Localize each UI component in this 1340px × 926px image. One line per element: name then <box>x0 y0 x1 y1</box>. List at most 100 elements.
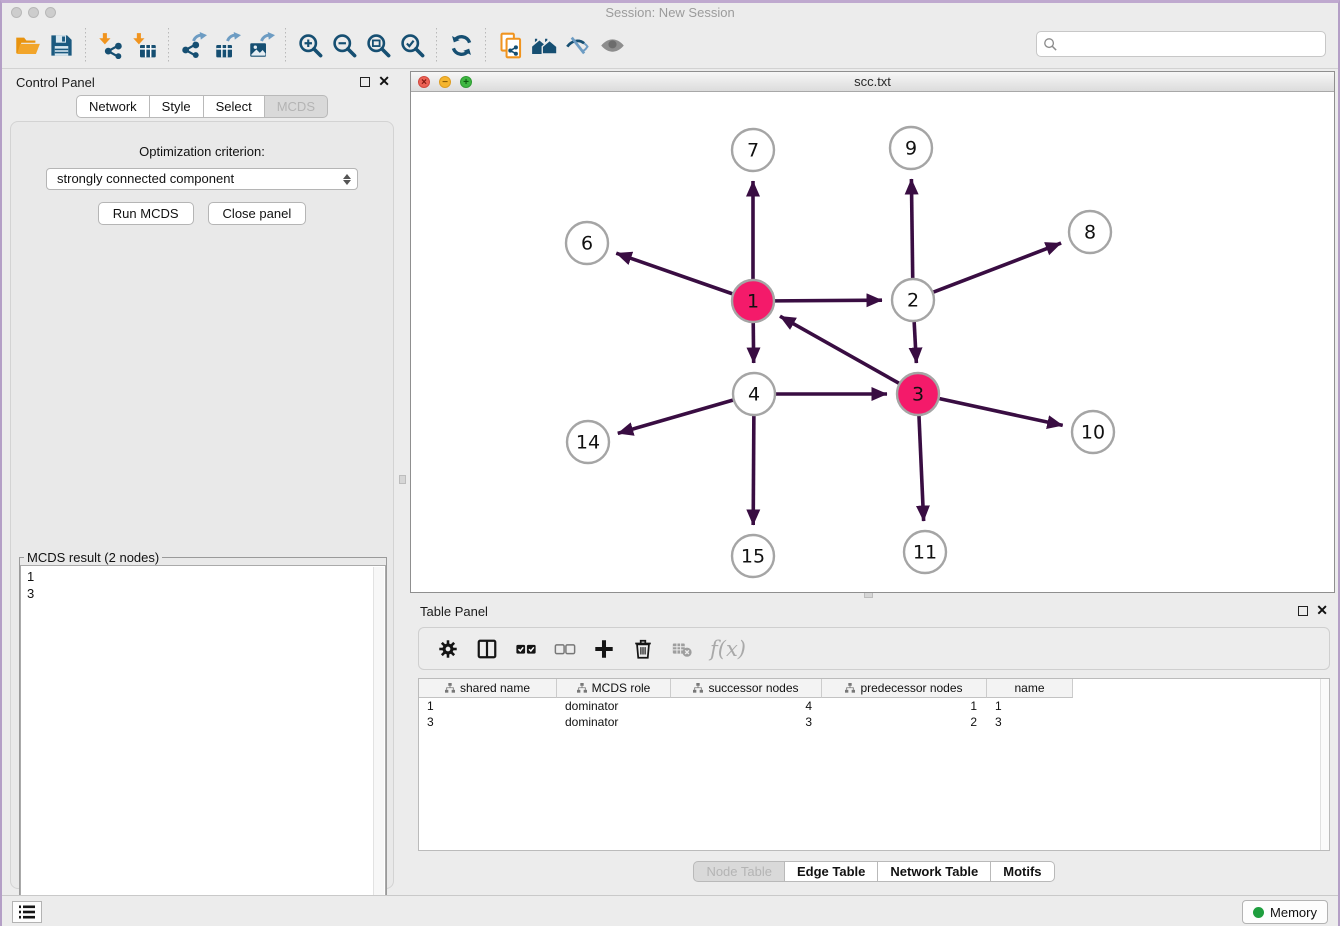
tab-select[interactable]: Select <box>204 95 265 118</box>
export-network-button[interactable] <box>176 28 210 62</box>
graph-edge-3-1[interactable] <box>780 316 899 383</box>
deselect-all-icon[interactable] <box>554 638 576 660</box>
duplicate-network-button[interactable] <box>493 28 527 62</box>
select-all-icon[interactable] <box>515 638 537 660</box>
cell-mcds-role: dominator <box>557 714 671 730</box>
control-panel: Control Panel ✕ Network Style Select MCD… <box>4 69 400 893</box>
run-mcds-button[interactable]: Run MCDS <box>98 202 194 225</box>
graph-node-10[interactable]: 10 <box>1072 411 1114 453</box>
tab-edge-table[interactable]: Edge Table <box>785 861 878 882</box>
graph-edge-3-10[interactable] <box>939 399 1062 426</box>
table-row[interactable]: 3 dominator 3 2 3 <box>419 714 1329 730</box>
graph-node-1[interactable]: 1 <box>732 280 774 322</box>
zoom-in-button[interactable] <box>293 28 327 62</box>
mcds-result-title: MCDS result (2 nodes) <box>24 550 162 565</box>
task-list-button[interactable] <box>12 901 42 923</box>
memory-button[interactable]: Memory <box>1242 900 1328 924</box>
zoom-out-button[interactable] <box>327 28 361 62</box>
graph-edge-4-15[interactable] <box>753 416 754 525</box>
cell-mcds-role: dominator <box>557 698 671 714</box>
add-row-icon[interactable] <box>593 638 615 660</box>
window-titlebar: Session: New Session <box>2 3 1338 22</box>
tab-network[interactable]: Network <box>76 95 150 118</box>
houses-icon <box>531 32 558 59</box>
graph-node-15[interactable]: 15 <box>732 535 774 577</box>
search-input[interactable] <box>1058 37 1319 52</box>
delete-table-icon[interactable] <box>671 638 693 660</box>
close-panel-button[interactable]: Close panel <box>208 202 307 225</box>
svg-text:1: 1 <box>747 291 759 313</box>
tab-motifs[interactable]: Motifs <box>991 861 1054 882</box>
table-scrollbar[interactable] <box>1320 679 1329 850</box>
import-network-button[interactable] <box>93 28 127 62</box>
application-window: Session: New Session <box>0 0 1340 926</box>
tab-style[interactable]: Style <box>150 95 204 118</box>
export-table-button[interactable] <box>210 28 244 62</box>
export-image-button[interactable] <box>244 28 278 62</box>
hierarchy-icon <box>445 683 455 693</box>
gear-icon[interactable] <box>437 638 459 660</box>
hierarchy-icon <box>845 683 855 693</box>
network-graph[interactable]: 7 9 6 8 1 2 4 3 14 10 15 11 <box>411 92 1334 591</box>
node-table[interactable]: shared name MCDS role successor nodes <box>418 678 1330 851</box>
update-network-button[interactable] <box>444 28 478 62</box>
graph-node-4[interactable]: 4 <box>733 373 775 415</box>
tab-network-table[interactable]: Network Table <box>878 861 991 882</box>
column-header-name[interactable]: name <box>987 679 1073 698</box>
table-row[interactable]: 1 dominator 4 1 1 <box>419 698 1329 714</box>
mcds-result-text[interactable]: 1 3 <box>20 565 386 926</box>
graph-node-2[interactable]: 2 <box>892 279 934 321</box>
show-hide-button[interactable] <box>595 28 629 62</box>
criterion-dropdown[interactable]: strongly connected component <box>46 168 358 190</box>
graph-edge-4-14[interactable] <box>618 400 733 433</box>
column-header-shared-name[interactable]: shared name <box>419 679 557 698</box>
vertical-splitter-handle[interactable] <box>399 475 406 484</box>
graph-edge-2-8[interactable] <box>934 243 1062 292</box>
graph-node-11[interactable]: 11 <box>904 531 946 573</box>
network-window-titlebar[interactable]: × − + scc.txt <box>411 72 1334 92</box>
eye-icon <box>599 32 626 59</box>
graph-edge-2-9[interactable] <box>911 179 912 278</box>
graph-edge-2-3[interactable] <box>914 322 916 363</box>
save-session-button[interactable] <box>44 28 78 62</box>
graph-node-6[interactable]: 6 <box>566 222 608 264</box>
graph-edge-3-11[interactable] <box>919 416 924 521</box>
graphics-details-button[interactable] <box>561 28 595 62</box>
mcds-result-box: MCDS result (2 nodes) 1 3 <box>19 550 387 926</box>
columns-icon[interactable] <box>476 638 498 660</box>
open-session-button[interactable] <box>10 28 44 62</box>
svg-text:6: 6 <box>581 233 593 255</box>
column-header-mcds-role[interactable]: MCDS role <box>557 679 671 698</box>
delete-row-icon[interactable] <box>632 638 654 660</box>
column-header-predecessor-nodes[interactable]: predecessor nodes <box>822 679 987 698</box>
search-box[interactable] <box>1036 31 1326 57</box>
float-table-panel-icon[interactable] <box>1298 606 1308 616</box>
graph-edge-1-6[interactable] <box>616 253 732 294</box>
graph-node-14[interactable]: 14 <box>567 421 609 463</box>
column-header-successor-nodes[interactable]: successor nodes <box>671 679 822 698</box>
zoom-selected-button[interactable] <box>395 28 429 62</box>
hierarchy-icon <box>693 683 703 693</box>
svg-text:10: 10 <box>1081 422 1105 444</box>
zoom-fit-button[interactable] <box>361 28 395 62</box>
graph-node-7[interactable]: 7 <box>732 129 774 171</box>
graph-node-3[interactable]: 3 <box>897 373 939 415</box>
graph-node-8[interactable]: 8 <box>1069 211 1111 253</box>
graph-node-9[interactable]: 9 <box>890 127 932 169</box>
export-network-icon <box>180 32 207 59</box>
svg-text:4: 4 <box>748 384 760 406</box>
tab-node-table[interactable]: Node Table <box>693 861 785 882</box>
function-builder-icon[interactable]: f(x) <box>710 637 746 661</box>
control-panel-header: Control Panel ✕ <box>4 69 400 95</box>
import-table-button[interactable] <box>127 28 161 62</box>
close-table-panel-icon[interactable]: ✕ <box>1316 603 1328 617</box>
mcds-scrollbar[interactable] <box>373 567 384 926</box>
window-title: Session: New Session <box>2 5 1338 20</box>
cell-shared-name: 3 <box>419 714 557 730</box>
home-networks-button[interactable] <box>527 28 561 62</box>
mcds-result-line: 3 <box>27 585 385 602</box>
graph-edge-1-2[interactable] <box>775 300 882 301</box>
close-panel-icon[interactable]: ✕ <box>378 74 390 88</box>
tab-mcds[interactable]: MCDS <box>265 95 328 118</box>
float-panel-icon[interactable] <box>360 77 370 87</box>
